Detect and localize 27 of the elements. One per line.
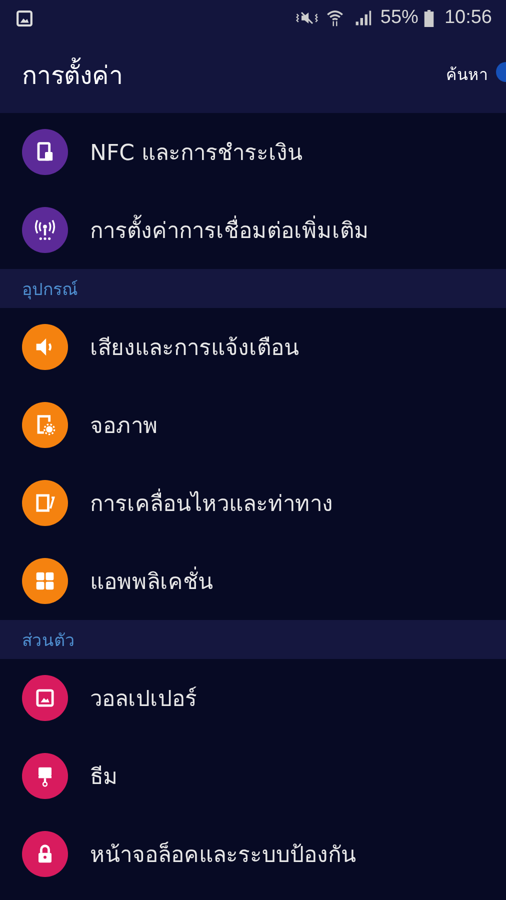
settings-item[interactable]: ธีม	[0, 737, 506, 815]
item-label: เสียงและการแจ้งเตือน	[90, 334, 299, 362]
settings-item[interactable]: NFC และการชำระเงิน	[0, 113, 506, 191]
item-label: NFC และการชำระเงิน	[90, 140, 302, 168]
screen-title: การตั้งค่า	[22, 54, 123, 94]
settings-item[interactable]: หน้าจอล็อคและระบบป้องกัน	[0, 815, 506, 893]
section-title: อุปกรณ์	[22, 279, 78, 302]
item-label: การเคลื่อนไหวและท่าทาง	[90, 486, 333, 520]
clock-time: 10:56	[444, 7, 492, 29]
settings-item[interactable]: วอลเปเปอร์	[0, 659, 506, 737]
settings-item[interactable]: จอภาพ	[0, 386, 506, 464]
mute-vibrate-icon	[296, 9, 318, 27]
settings-item[interactable]: เสียงและการแจ้งเตือน	[0, 308, 506, 386]
battery-icon	[424, 10, 434, 26]
item-label: จอภาพ	[90, 412, 158, 440]
search-button[interactable]: ค้นหา	[442, 58, 490, 91]
picture-notification-icon	[16, 10, 33, 26]
item-label: วอลเปเปอร์	[90, 686, 197, 714]
settings-item[interactable]: แอพพลิเคชั่น	[0, 542, 506, 620]
item-label: ธีม	[90, 764, 118, 792]
settings-item[interactable]: การตั้งค่าการเชื่อมต่อเพิ่มเติม	[0, 191, 506, 269]
item-label: การตั้งค่าการเชื่อมต่อเพิ่มเติม	[90, 212, 369, 248]
section-title: ส่วนตัว	[22, 630, 75, 653]
battery-percent: 55%	[380, 7, 418, 29]
item-label: หน้าจอล็อคและระบบป้องกัน	[90, 840, 356, 870]
item-label: แอพพลิเคชั่น	[90, 564, 213, 598]
settings-item[interactable]: การเคลื่อนไหวและท่าทาง	[0, 464, 506, 542]
